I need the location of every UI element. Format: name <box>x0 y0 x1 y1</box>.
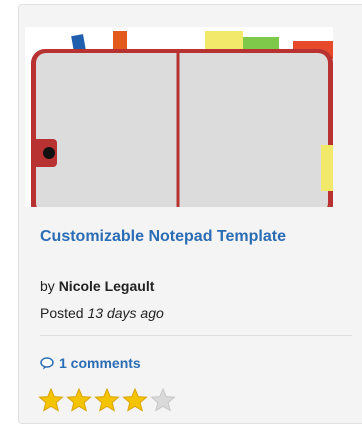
posted-prefix: Posted <box>40 305 84 321</box>
star-icon[interactable] <box>94 388 120 412</box>
comments-label: 1 comments <box>59 355 141 371</box>
comments-link[interactable]: 1 comments <box>40 355 141 371</box>
comment-bubble-icon <box>40 356 54 369</box>
author-link[interactable]: Nicole Legault <box>59 278 155 294</box>
byline-prefix: by <box>40 278 55 294</box>
star-icon[interactable] <box>38 388 64 412</box>
byline: by Nicole Legault <box>40 278 154 294</box>
star-icon[interactable] <box>122 388 148 412</box>
template-title-link[interactable]: Customizable Notepad Template <box>40 228 340 246</box>
posted-age: 13 days ago <box>87 305 164 321</box>
rating-stars[interactable] <box>38 388 178 412</box>
posted-date: Posted 13 days ago <box>40 305 164 321</box>
star-icon[interactable] <box>66 388 92 412</box>
divider <box>40 335 352 336</box>
template-thumbnail[interactable] <box>25 27 333 207</box>
star-icon[interactable] <box>150 388 176 412</box>
